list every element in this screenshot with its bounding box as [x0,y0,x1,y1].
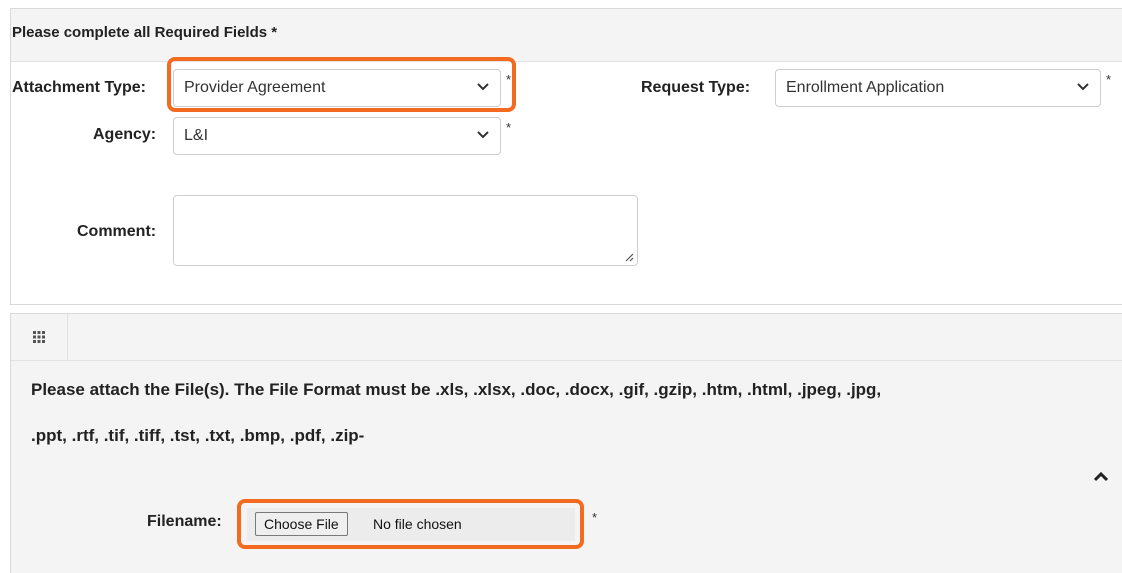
agency-select[interactable]: L&I [173,117,501,155]
grid-icon[interactable] [33,331,45,343]
chevron-down-icon [1077,83,1089,91]
file-input-highlight [237,499,584,549]
file-format-instruction-line1: Please attach the File(s). The File Form… [31,380,882,399]
comment-label: Comment: [77,223,157,240]
panel-title: Please complete all Required Fields * [12,24,278,41]
filename-required-mark: * [592,510,598,525]
agency-label: Agency: [93,126,157,143]
attachment-type-highlight [167,57,516,112]
request-type-select[interactable]: Enrollment Application [775,69,1101,107]
upload-panel-header [11,314,1122,361]
resize-grip-icon[interactable] [624,252,634,262]
comment-textarea[interactable] [173,195,638,266]
request-type-required-mark: * [1106,72,1112,87]
request-type-value: Enrollment Application [786,79,945,96]
agency-value: L&I [184,127,209,144]
chevron-down-icon [477,131,489,139]
attachment-type-label: Attachment Type: [12,79,146,96]
chevron-up-icon[interactable] [1094,472,1108,482]
filename-label: Filename: [147,513,222,530]
request-type-label: Request Type: [641,79,751,96]
agency-required-mark: * [506,120,512,135]
panel-header: Please complete all Required Fields * [11,9,1122,62]
file-format-instruction-line2: .ppt, .rtf, .tif, .tiff, .tst, .txt, .bm… [31,426,365,445]
header-divider [67,314,68,360]
